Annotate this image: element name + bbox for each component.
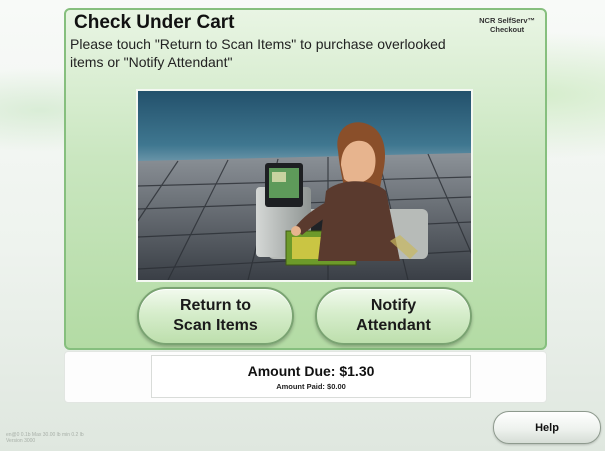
help-label: Help (535, 421, 559, 434)
totals-panel: Amount Due: $1.30 Amount Paid: $0.00 (64, 351, 547, 403)
brand-name: NCR SelfServ™ (479, 16, 535, 25)
return-to-scan-items-label: Return to Scan Items (173, 297, 258, 334)
brand-logo: NCR SelfServ™ Checkout (479, 16, 535, 34)
totals-box: Amount Due: $1.30 Amount Paid: $0.00 (151, 355, 471, 398)
amount-due: Amount Due: $1.30 (247, 363, 375, 379)
notify-attendant-label: Notify Attendant (356, 297, 431, 334)
amount-paid: Amount Paid: $0.00 (276, 382, 346, 391)
version-line: Version 3000 (6, 438, 36, 444)
brand-subtitle: Checkout (489, 25, 525, 34)
notify-attendant-button[interactable]: Notify Attendant (315, 287, 472, 345)
screen-title: Check Under Cart (74, 12, 235, 33)
help-button[interactable]: Help (493, 411, 601, 444)
main-panel: Check Under Cart Please touch "Return to… (64, 8, 547, 350)
instructions-text: Please touch "Return to Scan Items" to p… (70, 36, 446, 70)
return-to-scan-items-button[interactable]: Return to Scan Items (137, 287, 294, 345)
instruction-illustration (136, 89, 473, 282)
status-footer: en@0 0.1b Max 30.00 lb min 0.2 lb Versio… (6, 432, 186, 444)
